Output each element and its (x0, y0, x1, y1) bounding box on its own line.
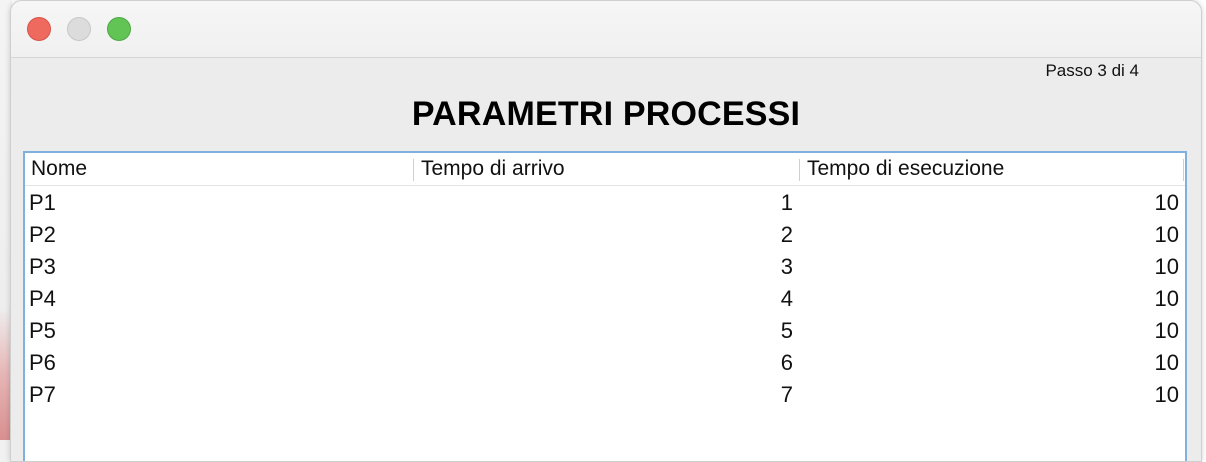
table-row[interactable]: P5 5 10 (25, 315, 1185, 347)
cell-process-name[interactable]: P3 (29, 251, 56, 283)
cell-arrival-time[interactable]: 4 (413, 283, 793, 315)
step-indicator: Passo 3 di 4 (1045, 61, 1139, 80)
table-row[interactable]: P6 6 10 (25, 347, 1185, 379)
process-parameters-table[interactable]: Nome Tempo di arrivo Tempo di esecuzione… (23, 151, 1187, 461)
table-header: Nome Tempo di arrivo Tempo di esecuzione (25, 153, 1185, 186)
column-divider[interactable] (1183, 159, 1184, 181)
cell-execution-time[interactable]: 10 (799, 347, 1179, 379)
table-row[interactable]: P2 2 10 (25, 219, 1185, 251)
column-divider[interactable] (413, 159, 414, 181)
cell-arrival-time[interactable]: 6 (413, 347, 793, 379)
column-divider[interactable] (799, 159, 800, 181)
cell-execution-time[interactable]: 10 (799, 283, 1179, 315)
minimize-window-button[interactable] (67, 17, 91, 41)
app-window: Passo 3 di 4 PARAMETRI PROCESSI Nome Tem… (10, 0, 1202, 462)
table-body: P1 1 10 P2 2 10 P3 3 10 P4 4 10 P5 5 10 … (25, 187, 1185, 411)
cell-process-name[interactable]: P7 (29, 379, 56, 411)
cell-arrival-time[interactable]: 1 (413, 187, 793, 219)
cell-process-name[interactable]: P4 (29, 283, 56, 315)
table-row[interactable]: P3 3 10 (25, 251, 1185, 283)
cell-process-name[interactable]: P6 (29, 347, 56, 379)
table-row[interactable]: P1 1 10 (25, 187, 1185, 219)
cell-execution-time[interactable]: 10 (799, 251, 1179, 283)
cell-process-name[interactable]: P1 (29, 187, 56, 219)
title-bar[interactable] (11, 1, 1201, 58)
column-header-arrival-time[interactable]: Tempo di arrivo (421, 153, 565, 185)
cell-arrival-time[interactable]: 3 (413, 251, 793, 283)
page-title: PARAMETRI PROCESSI (411, 95, 801, 133)
cell-arrival-time[interactable]: 2 (413, 219, 793, 251)
cell-execution-time[interactable]: 10 (799, 187, 1179, 219)
cell-process-name[interactable]: P5 (29, 315, 56, 347)
cell-arrival-time[interactable]: 5 (413, 315, 793, 347)
table-row[interactable]: P7 7 10 (25, 379, 1185, 411)
cell-execution-time[interactable]: 10 (799, 315, 1179, 347)
cell-execution-time[interactable]: 10 (799, 219, 1179, 251)
cell-process-name[interactable]: P2 (29, 219, 56, 251)
cell-execution-time[interactable]: 10 (799, 379, 1179, 411)
cell-arrival-time[interactable]: 7 (413, 379, 793, 411)
zoom-window-button[interactable] (107, 17, 131, 41)
close-window-button[interactable] (27, 17, 51, 41)
column-header-name[interactable]: Nome (31, 153, 87, 185)
table-row[interactable]: P4 4 10 (25, 283, 1185, 315)
column-header-execution-time[interactable]: Tempo di esecuzione (807, 153, 1004, 185)
